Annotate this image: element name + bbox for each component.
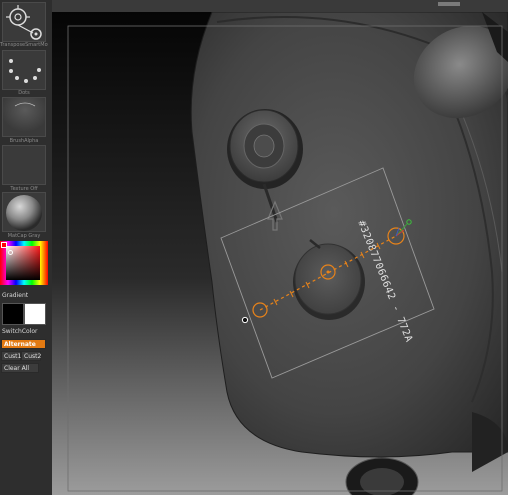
stroke-label: Dots xyxy=(18,90,30,96)
toolbar-scroll-handle[interactable] xyxy=(438,2,460,6)
color-picker[interactable] xyxy=(0,241,48,285)
gradient-label: Gradient xyxy=(2,292,29,299)
transpose-center-dot-icon xyxy=(326,270,330,274)
texture-thumbnail[interactable] xyxy=(2,145,46,185)
cust1-button[interactable]: Cust1 xyxy=(1,351,21,361)
brush-alpha-icon xyxy=(3,98,45,136)
cursor-dot-icon xyxy=(241,316,249,324)
color-cursor-icon xyxy=(8,250,13,255)
cust2-button[interactable]: Cust2 xyxy=(21,351,41,361)
alpha-label: BrushAlpha xyxy=(9,138,39,144)
alpha-thumbnail[interactable] xyxy=(2,97,46,137)
material-label: MatCap Gray xyxy=(7,233,41,239)
main-color-swatch[interactable] xyxy=(2,303,24,325)
clear-all-button[interactable]: Clear All xyxy=(1,363,39,373)
transpose-brush-icon xyxy=(6,5,42,40)
document-canvas[interactable]: #320877066642 - 772A xyxy=(52,12,508,495)
matcap-sphere-icon xyxy=(3,193,45,231)
zbrush-window: TransposeSmartMove Dots xyxy=(0,0,508,495)
brush-label: TransposeSmartMove xyxy=(0,42,48,48)
boss-core xyxy=(253,134,275,158)
alternate-toggle[interactable]: Alternate xyxy=(1,339,46,349)
secondary-color-swatch[interactable] xyxy=(24,303,46,325)
dots-stroke-icon xyxy=(9,59,41,83)
left-tray: TransposeSmartMove Dots xyxy=(0,0,53,495)
viewport-render: #320877066642 - 772A xyxy=(52,12,508,495)
switch-color-button[interactable]: SwitchColor xyxy=(2,328,38,335)
stroke-thumbnail[interactable] xyxy=(2,50,46,90)
material-thumbnail[interactable] xyxy=(2,192,46,232)
brush-thumbnail[interactable] xyxy=(2,2,46,42)
picker-marker-icon xyxy=(1,242,7,248)
